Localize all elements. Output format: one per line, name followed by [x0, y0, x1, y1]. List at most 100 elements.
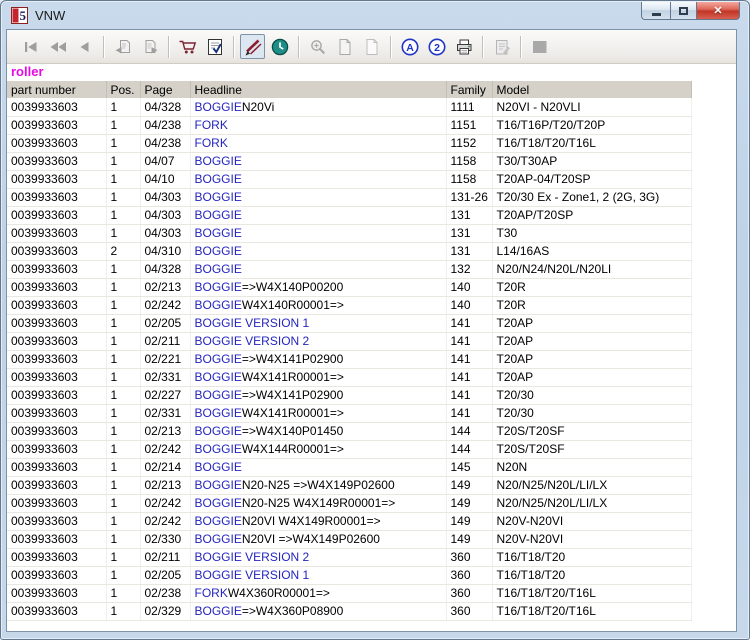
hotspot-pen-button[interactable] — [240, 34, 265, 59]
cell-part: 0039933603 — [7, 206, 106, 224]
minimize-icon — [652, 13, 661, 16]
headline-link[interactable]: BOGGIE — [195, 172, 242, 186]
shopping-cart-icon — [178, 37, 198, 57]
headline-link[interactable]: BOGGIE — [195, 478, 242, 492]
headline-link[interactable]: BOGGIE — [195, 370, 242, 384]
table-row[interactable]: 0039933603102/242BOGGIEW4X144R00001=>144… — [7, 440, 691, 458]
table-row[interactable]: 0039933603102/331BOGGIEW4X141R00001=>141… — [7, 404, 691, 422]
table-row[interactable]: 0039933603104/303BOGGIE131-26T20/30 Ex -… — [7, 188, 691, 206]
cell-pos: 1 — [106, 548, 140, 566]
headline-link[interactable]: BOGGIE — [195, 442, 242, 456]
headline-link[interactable]: BOGGIE — [195, 100, 242, 114]
headline-link[interactable]: BOGGIE — [195, 208, 242, 222]
table-row[interactable]: 0039933603102/242BOGGIEN20VI W4X149R0000… — [7, 512, 691, 530]
cell-family: 140 — [446, 296, 492, 314]
headline-link[interactable]: BOGGIE — [195, 424, 242, 438]
headline-link[interactable]: BOGGIE VERSION 2 — [195, 334, 310, 348]
headline-link[interactable]: BOGGIE — [195, 604, 242, 618]
order-form-button[interactable] — [202, 34, 227, 59]
table-row[interactable]: 0039933603102/213BOGGIEN20-N25 =>W4X149P… — [7, 476, 691, 494]
table-row[interactable]: 0039933603102/213BOGGIE=>W4X140P00200140… — [7, 278, 691, 296]
table-row[interactable]: 0039933603102/330BOGGIEN20VI =>W4X149P02… — [7, 530, 691, 548]
headline-link[interactable]: BOGGIE — [195, 226, 242, 240]
cell-part: 0039933603 — [7, 134, 106, 152]
table-row[interactable]: 0039933603104/303BOGGIE131T20AP/T20SP — [7, 206, 691, 224]
headline-link[interactable]: BOGGIE VERSION 1 — [195, 316, 310, 330]
table-row[interactable]: 0039933603104/328BOGGIEN20Vi1111N20VI - … — [7, 98, 691, 116]
table-row[interactable]: 0039933603102/242BOGGIEN20-N25 W4X149R00… — [7, 494, 691, 512]
headline-link[interactable]: FORK — [195, 586, 228, 600]
zoom-in-icon — [308, 37, 328, 57]
cell-family: 141 — [446, 350, 492, 368]
history-clock-button[interactable] — [267, 34, 292, 59]
cell-part: 0039933603 — [7, 332, 106, 350]
cell-headline: BOGGIE=>W4X140P00200 — [190, 278, 446, 296]
title-bar[interactable]: 5 VNW ✕ — [1, 1, 749, 29]
circle-a-button[interactable]: A — [397, 34, 422, 59]
cell-model: N20VI - N20VLI — [492, 98, 691, 116]
table-row[interactable]: 0039933603102/227BOGGIE=>W4X141P02900141… — [7, 386, 691, 404]
table-row[interactable]: 0039933603102/211BOGGIE VERSION 2141T20A… — [7, 332, 691, 350]
table-row[interactable]: 0039933603102/329BOGGIE=>W4X360P08900360… — [7, 602, 691, 620]
table-row[interactable]: 0039933603104/238FORK1151T16/T16P/T20/T2… — [7, 116, 691, 134]
cell-page: 04/07 — [140, 152, 190, 170]
headline-link[interactable]: FORK — [195, 118, 228, 132]
table-row[interactable]: 0039933603102/238FORKW4X360R00001=>360T1… — [7, 584, 691, 602]
table-row[interactable]: 0039933603102/242BOGGIEW4X140R00001=>140… — [7, 296, 691, 314]
table-row[interactable]: 0039933603102/205BOGGIE VERSION 1141T20A… — [7, 314, 691, 332]
table-row[interactable]: 0039933603104/238FORK1152T16/T18/T20/T16… — [7, 134, 691, 152]
print-button[interactable] — [451, 34, 476, 59]
swatch-button[interactable] — [527, 34, 552, 59]
table-row[interactable]: 0039933603104/303BOGGIE131T30 — [7, 224, 691, 242]
headline-link[interactable]: BOGGIE — [195, 244, 242, 258]
cell-part: 0039933603 — [7, 242, 106, 260]
table-row[interactable]: 0039933603204/310BOGGIE131L14/16AS — [7, 242, 691, 260]
app-icon[interactable]: 5 — [11, 7, 28, 24]
headline-link[interactable]: BOGGIE — [195, 514, 242, 528]
headline-link[interactable]: BOGGIE — [195, 352, 242, 366]
headline-link[interactable]: BOGGIE — [195, 496, 242, 510]
circle-2-button[interactable]: 2 — [424, 34, 449, 59]
cell-part: 0039933603 — [7, 530, 106, 548]
headline-link[interactable]: BOGGIE — [195, 154, 242, 168]
table-row[interactable]: 0039933603104/10BOGGIE1158T20AP-04/T20SP — [7, 170, 691, 188]
maximize-button[interactable] — [670, 2, 697, 20]
table-row[interactable]: 0039933603102/331BOGGIEW4X141R00001=>141… — [7, 368, 691, 386]
cell-page: 04/303 — [140, 206, 190, 224]
close-button[interactable]: ✕ — [697, 2, 740, 20]
cell-part: 0039933603 — [7, 440, 106, 458]
table-row[interactable]: 0039933603102/211BOGGIE VERSION 2360T16/… — [7, 548, 691, 566]
table-row[interactable]: 0039933603104/07BOGGIE1158T30/T30AP — [7, 152, 691, 170]
cell-part: 0039933603 — [7, 116, 106, 134]
headline-link[interactable]: BOGGIE VERSION 2 — [195, 550, 310, 564]
headline-link[interactable]: BOGGIE — [195, 460, 242, 474]
headline-link[interactable]: BOGGIE — [195, 406, 242, 420]
cell-part: 0039933603 — [7, 152, 106, 170]
headline-link[interactable]: BOGGIE — [195, 388, 242, 402]
table-row[interactable]: 0039933603102/205BOGGIE VERSION 1360T16/… — [7, 566, 691, 584]
headline-link[interactable]: BOGGIE — [195, 190, 242, 204]
table-row[interactable]: 0039933603104/328BOGGIE132N20/N24/N20L/N… — [7, 260, 691, 278]
headline-link[interactable]: BOGGIE — [195, 532, 242, 546]
headline-link[interactable]: BOGGIE — [195, 280, 242, 294]
headline-link[interactable]: FORK — [195, 136, 228, 150]
table-row[interactable]: 0039933603102/214BOGGIE145N20N — [7, 458, 691, 476]
table-row[interactable]: 0039933603102/213BOGGIE=>W4X140P01450144… — [7, 422, 691, 440]
headline-link[interactable]: BOGGIE — [195, 298, 242, 312]
headline-link[interactable]: BOGGIE — [195, 262, 242, 276]
headline-link[interactable]: BOGGIE VERSION 1 — [195, 568, 310, 582]
cell-page: 02/213 — [140, 278, 190, 296]
print-icon — [454, 37, 474, 57]
cell-pos: 1 — [106, 512, 140, 530]
cell-page: 04/303 — [140, 224, 190, 242]
shopping-cart-button[interactable] — [175, 34, 200, 59]
document-back-icon — [113, 37, 133, 57]
cell-family: 141 — [446, 314, 492, 332]
cell-headline: BOGGIE=>W4X141P02900 — [190, 350, 446, 368]
minimize-button[interactable] — [641, 2, 670, 20]
cell-family: 141 — [446, 332, 492, 350]
page-view-icon — [335, 37, 355, 57]
notes-icon — [492, 37, 512, 57]
headline-rest: W4X141R00001=> — [242, 406, 344, 420]
table-row[interactable]: 0039933603102/221BOGGIE=>W4X141P02900141… — [7, 350, 691, 368]
